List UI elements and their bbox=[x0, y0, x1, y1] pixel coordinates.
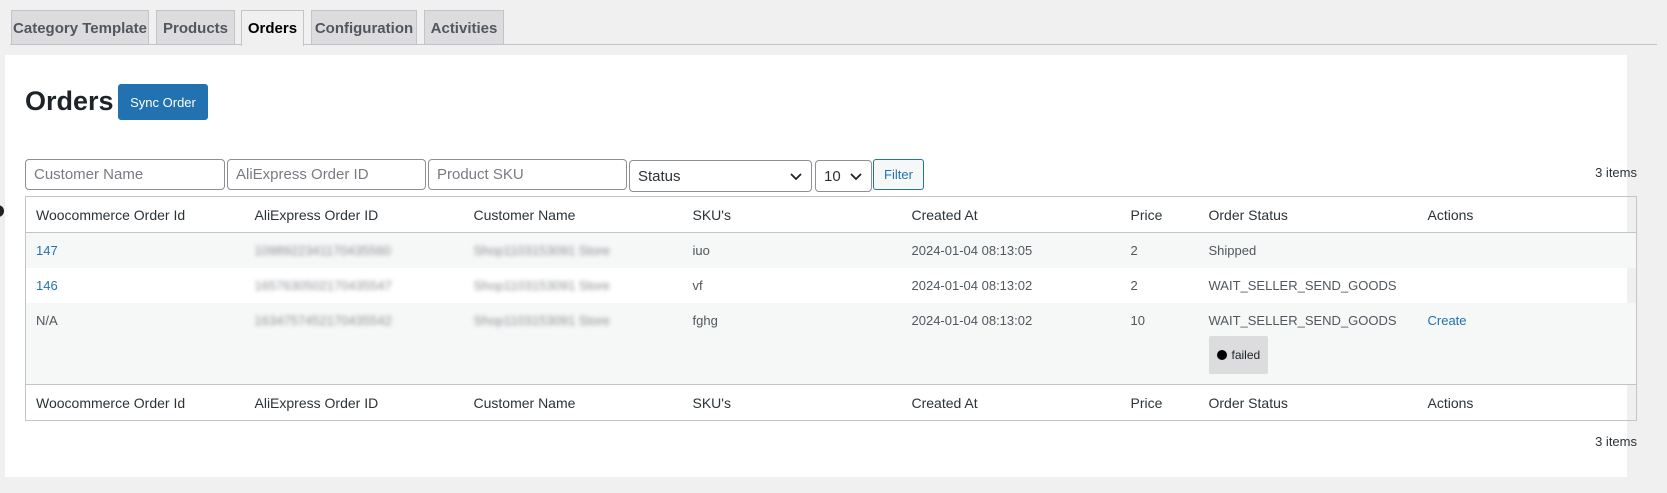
per-page-select[interactable]: 10 bbox=[815, 160, 872, 192]
failed-badge: failed bbox=[1208, 336, 1269, 374]
order-status: WAIT_SELLER_SEND_GOODS bbox=[1208, 278, 1397, 293]
items-count-bottom: 3 items bbox=[1595, 434, 1637, 449]
order-status-cell: WAIT_SELLER_SEND_GOODS failed bbox=[1199, 303, 1418, 385]
table-header-row: Woocommerce Order Id AliExpress Order ID… bbox=[25, 196, 1637, 233]
aliexpress-order-id: 1634757452170435542 bbox=[254, 313, 392, 328]
sku: vf bbox=[692, 278, 703, 293]
column-footer[interactable]: SKU's bbox=[682, 384, 902, 421]
customer-name: Shop1103153091 Store bbox=[473, 278, 610, 293]
created-at: 2024-01-04 08:13:05 bbox=[911, 243, 1033, 258]
per-page-value: 10 bbox=[824, 167, 841, 185]
edge-handle bbox=[0, 205, 4, 217]
wc-order-id: N/A bbox=[36, 313, 58, 328]
tab-category-template[interactable]: Category Template bbox=[11, 10, 149, 45]
column-footer[interactable]: Actions bbox=[1417, 384, 1637, 421]
create-order-link[interactable]: Create bbox=[1428, 313, 1467, 328]
customer-name-filter[interactable] bbox=[25, 159, 225, 190]
orders-table: Woocommerce Order Id AliExpress Order ID… bbox=[25, 196, 1637, 421]
aliexpress-order-id: 1657630502170435547 bbox=[254, 278, 392, 293]
column-footer[interactable]: Price bbox=[1120, 384, 1199, 421]
price: 10 bbox=[1130, 313, 1145, 328]
items-count-top: 3 items bbox=[1595, 165, 1637, 180]
price: 2 bbox=[1130, 278, 1138, 293]
page-title: Orders bbox=[25, 86, 114, 116]
customer-name-input[interactable] bbox=[34, 166, 216, 183]
chevron-down-icon bbox=[790, 173, 802, 181]
status-dot-icon bbox=[1216, 350, 1227, 360]
wc-order-link[interactable]: 147 bbox=[36, 243, 58, 258]
status-select-value: Status bbox=[638, 167, 681, 185]
column-footer[interactable]: AliExpress Order ID bbox=[244, 384, 464, 421]
customer-name: Shop1103153091 Store bbox=[473, 243, 610, 258]
created-at: 2024-01-04 08:13:02 bbox=[911, 278, 1033, 293]
product-sku-filter[interactable] bbox=[428, 159, 627, 190]
aliexpress-order-id: 1098922341170435560 bbox=[254, 243, 391, 258]
sync-order-button[interactable]: Sync Order bbox=[118, 84, 208, 120]
tab-configuration[interactable]: Configuration bbox=[311, 10, 417, 45]
actions-cell bbox=[1418, 233, 1637, 269]
product-sku-input[interactable] bbox=[437, 166, 618, 183]
price: 2 bbox=[1130, 243, 1138, 258]
column-header[interactable]: SKU's bbox=[682, 196, 902, 233]
column-header[interactable]: Created At bbox=[901, 196, 1121, 233]
order-status: Shipped bbox=[1208, 243, 1257, 258]
order-status: WAIT_SELLER_SEND_GOODS bbox=[1208, 313, 1397, 328]
column-footer[interactable]: Order Status bbox=[1198, 384, 1418, 421]
aliexpress-order-filter[interactable] bbox=[227, 159, 426, 190]
tab-orders[interactable]: Orders bbox=[241, 10, 304, 46]
filter-button[interactable]: Filter bbox=[873, 159, 924, 190]
tab-bar: Category Template Products Orders Config… bbox=[0, 0, 1667, 46]
column-header[interactable]: Woocommerce Order Id bbox=[25, 196, 245, 233]
sku: fghg bbox=[692, 313, 718, 328]
wc-order-link[interactable]: 146 bbox=[36, 278, 58, 293]
table-footer-row: Woocommerce Order Id AliExpress Order ID… bbox=[25, 384, 1637, 421]
table-row: 147 1098922341170435560 Shop1103153091 S… bbox=[25, 232, 1637, 269]
column-header[interactable]: Price bbox=[1120, 196, 1199, 233]
column-header[interactable]: Customer Name bbox=[463, 196, 683, 233]
column-footer[interactable]: Woocommerce Order Id bbox=[25, 384, 245, 421]
column-footer[interactable]: Customer Name bbox=[463, 384, 683, 421]
column-header[interactable]: Order Status bbox=[1198, 196, 1418, 233]
table-row: 146 1657630502170435547 Shop1103153091 S… bbox=[26, 268, 1637, 303]
badge-label: failed bbox=[1231, 348, 1261, 362]
table-row: N/A 1634757452170435542 Shop1103153091 S… bbox=[25, 303, 1637, 385]
column-header[interactable]: AliExpress Order ID bbox=[244, 196, 464, 233]
sku: iuo bbox=[692, 243, 710, 258]
column-header[interactable]: Actions bbox=[1417, 196, 1637, 233]
chevron-down-icon bbox=[850, 173, 862, 181]
created-at: 2024-01-04 08:13:02 bbox=[911, 313, 1033, 328]
tab-products[interactable]: Products bbox=[156, 10, 235, 45]
actions-cell bbox=[1418, 268, 1637, 303]
status-select[interactable]: Status bbox=[629, 160, 812, 192]
aliexpress-order-input[interactable] bbox=[236, 166, 417, 183]
customer-name: Shop1103153091 Store bbox=[473, 313, 610, 328]
tab-activities[interactable]: Activities bbox=[424, 10, 504, 45]
column-footer[interactable]: Created At bbox=[901, 384, 1121, 421]
